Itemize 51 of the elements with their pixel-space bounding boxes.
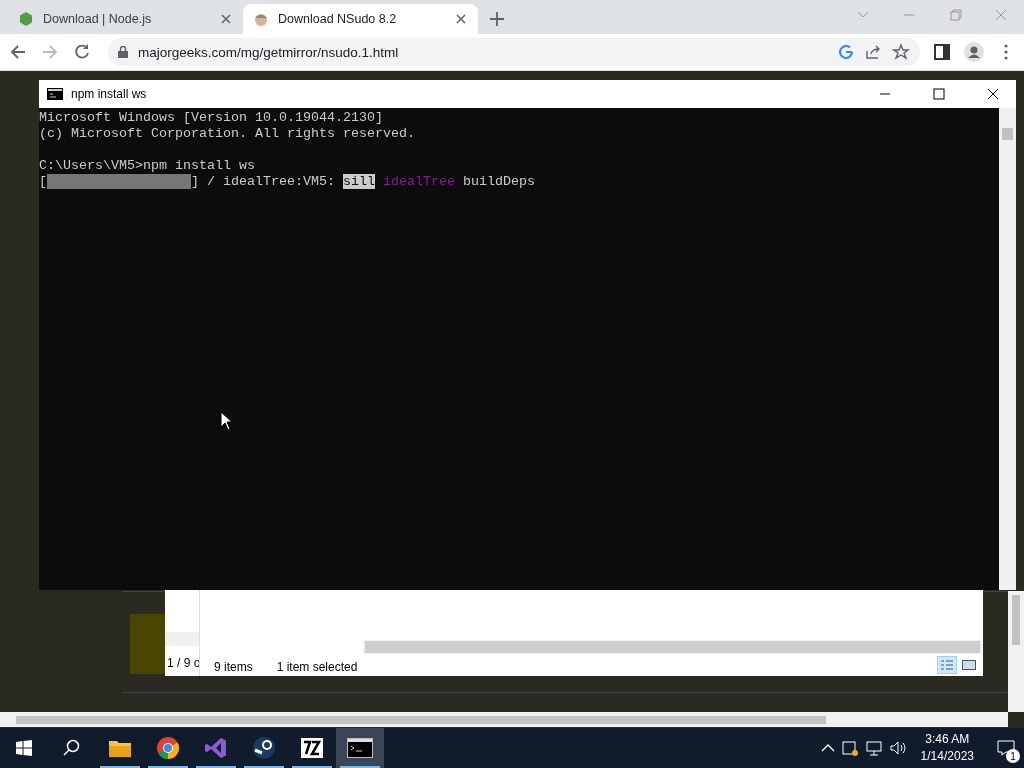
notification-button[interactable]: 1 <box>988 728 1024 768</box>
star-icon[interactable] <box>892 43 910 61</box>
close-icon[interactable] <box>219 12 233 26</box>
archive-icon <box>300 737 324 759</box>
scrollbar[interactable] <box>363 640 982 654</box>
network-icon[interactable] <box>864 739 883 757</box>
item-count: 9 items <box>214 660 253 674</box>
window-title: npm install ws <box>71 87 148 101</box>
search-icon <box>63 739 81 757</box>
infinity-icon <box>204 736 228 760</box>
hexagon-icon <box>18 11 34 27</box>
progress-bracket: [ <box>39 174 47 189</box>
status-text: 1 / 9 o <box>167 656 199 670</box>
window-icon <box>962 659 976 671</box>
console-text: ] / idealTree:VM5: <box>191 174 335 189</box>
steam-icon <box>252 736 276 760</box>
time: 3:46 AM <box>925 731 970 748</box>
console-line: C:\Users\VM5>npm install ws <box>39 158 256 174</box>
scrollbar[interactable] <box>999 108 1016 590</box>
mouse-pointer-icon <box>220 411 232 431</box>
clock[interactable]: 3:46 AM 1/14/2023 <box>912 731 982 765</box>
scrollbar[interactable] <box>165 632 199 646</box>
lock-icon <box>118 46 128 58</box>
chrome-icon <box>156 736 180 760</box>
taskbar-app[interactable] <box>336 728 384 768</box>
folder-icon <box>108 738 132 758</box>
windows-icon <box>16 740 32 756</box>
volume-icon[interactable] <box>888 739 907 757</box>
console-text: buildDeps <box>462 174 535 189</box>
browser-tab[interactable]: Download NSudo 8.2 <box>243 4 478 34</box>
browser-tab[interactable]: Download | Node.js <box>8 4 243 34</box>
terminal-icon <box>47 88 63 100</box>
security-icon[interactable] <box>840 739 859 757</box>
share-icon[interactable] <box>864 43 882 61</box>
console-text: sill <box>342 174 375 189</box>
profile-icon[interactable] <box>964 42 984 62</box>
chevron-up-icon[interactable] <box>820 743 835 753</box>
g-logo-icon[interactable] <box>838 44 854 60</box>
scrollbar[interactable] <box>0 712 1008 727</box>
console-text: idealTree <box>382 174 455 189</box>
selection-status: 1 item selected <box>276 660 358 674</box>
cartoon-head-icon <box>253 11 269 27</box>
console-line: Microsoft Windows [Version 10.0.19044.2130] <box>39 110 384 126</box>
address-bar[interactable]: majorgeeks.com/mg/getmirror/nsudo.1.html <box>108 38 920 66</box>
terminal-icon <box>347 738 373 758</box>
side-panel-icon[interactable] <box>932 42 952 62</box>
date: 1/14/2023 <box>920 748 974 765</box>
close-icon[interactable] <box>454 12 468 26</box>
console-line: (c) Microsoft Corporation. All rights reserved. <box>39 126 416 142</box>
list-icon <box>940 659 954 671</box>
scrollbar[interactable] <box>1008 591 1024 712</box>
